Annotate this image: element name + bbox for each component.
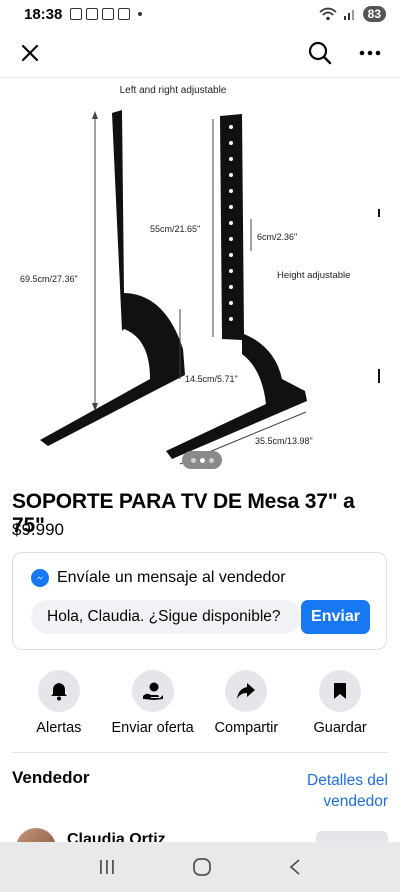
more-icon (359, 50, 381, 55)
alerts-button[interactable]: Alertas (12, 670, 106, 736)
more-options-button[interactable] (352, 35, 388, 71)
notification-icon (86, 8, 99, 20)
mail-icon (102, 8, 115, 20)
search-button[interactable] (302, 35, 338, 71)
offer-icon (131, 670, 174, 712)
top-bar (0, 28, 400, 78)
send-button[interactable]: Enviar (301, 600, 370, 634)
carousel-dot (190, 457, 196, 463)
recent-apps-icon[interactable] (98, 858, 116, 876)
seller-details-link[interactable]: Detalles del vendedor (278, 770, 388, 812)
message-card-title: Envíale un mensaje al vendedor (57, 569, 286, 586)
carousel-indicator[interactable] (182, 451, 222, 469)
home-icon[interactable] (192, 857, 212, 877)
save-button[interactable]: Guardar (293, 670, 387, 736)
status-bar: 18:38 83 (0, 0, 400, 28)
status-time: 18:38 (24, 5, 63, 23)
product-price: $9.990 (12, 520, 64, 539)
label-height-left: 69.5cm/27.36" (20, 274, 78, 284)
battery-indicator: 83 (362, 6, 386, 22)
calendar-icon (118, 8, 131, 20)
carousel-dot (208, 457, 214, 463)
tv-stand-illustration: Left and right adjustable 69.5cm/27.36" … (20, 85, 380, 465)
messenger-icon (31, 569, 49, 587)
status-right: 83 (319, 6, 386, 22)
label-height-adjustable: Height adjustable (277, 270, 350, 281)
close-icon (21, 44, 39, 61)
label-hole-spacing: 6cm/2.36" (257, 232, 297, 242)
share-button[interactable]: Compartir (200, 670, 294, 736)
message-input[interactable]: Hola, Claudia. ¿Sigue disponible? (31, 600, 301, 634)
close-button[interactable] (12, 35, 48, 71)
divider (12, 752, 388, 753)
notification-icons (70, 8, 131, 20)
label-base-length: 35.5cm/13.98" (255, 436, 313, 446)
label-left-right: Left and right adjustable (120, 85, 227, 96)
message-seller-card: Envíale un mensaje al vendedor Hola, Cla… (12, 552, 387, 650)
action-row: Alertas Enviar oferta Compartir Guardar (12, 670, 387, 736)
bookmark-icon (319, 670, 362, 712)
label-height-mid: 55cm/21.65" (150, 224, 200, 234)
back-icon[interactable] (288, 858, 302, 876)
signal-icon (343, 10, 354, 20)
share-icon (225, 670, 268, 712)
wifi-icon (319, 7, 337, 21)
carousel-dot-active (199, 457, 205, 463)
seller-section-title: Vendedor (12, 768, 90, 787)
save-label: Guardar (313, 720, 367, 736)
top-actions (302, 35, 388, 71)
product-image[interactable]: Left and right adjustable 69.5cm/27.36" … (0, 79, 400, 474)
status-dot (138, 12, 143, 16)
message-card-header: Envíale un mensaje al vendedor (31, 569, 286, 587)
alerts-label: Alertas (36, 720, 82, 736)
send-offer-button[interactable]: Enviar oferta (106, 670, 200, 736)
share-label: Compartir (214, 720, 279, 736)
search-icon (308, 41, 332, 64)
label-base-depth: 14.5cm/5.71" (185, 374, 238, 384)
system-nav-bar (0, 842, 400, 892)
bell-icon (37, 670, 80, 712)
product-title: SOPORTE PARA TV DE Mesa 37" a 75" (12, 490, 355, 537)
send-offer-label: Enviar oferta (111, 720, 194, 736)
notification-icon (70, 8, 83, 20)
